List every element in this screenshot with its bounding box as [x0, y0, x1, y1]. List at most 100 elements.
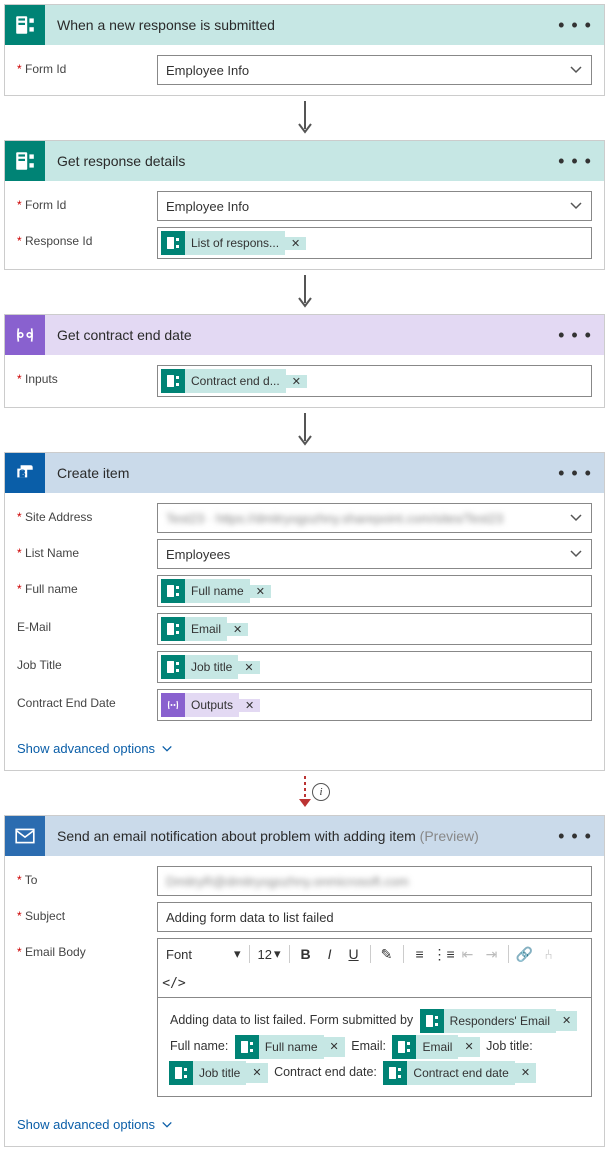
info-icon[interactable]: i: [312, 783, 330, 801]
list-name-label: List Name: [17, 539, 157, 560]
remove-token[interactable]: ✕: [556, 1011, 577, 1032]
remove-token[interactable]: ✕: [286, 375, 307, 388]
dynamic-token[interactable]: Full name✕: [235, 1035, 345, 1059]
remove-token[interactable]: ✕: [324, 1037, 345, 1058]
card-header[interactable]: Send an email notification about problem…: [5, 816, 604, 856]
card-menu-button[interactable]: • • •: [558, 15, 592, 36]
card-title: When a new response is submitted: [45, 17, 558, 33]
code-icon: [5, 315, 45, 355]
dynamic-token[interactable]: Contract end date✕: [383, 1061, 536, 1085]
font-select[interactable]: Font ▾: [164, 943, 243, 965]
remove-token[interactable]: ✕: [458, 1037, 479, 1058]
dynamic-token[interactable]: Email✕: [161, 617, 248, 641]
remove-token[interactable]: ✕: [515, 1063, 536, 1084]
mail-icon: [5, 816, 45, 856]
card-header[interactable]: When a new response is submitted • • •: [5, 5, 604, 45]
color-button[interactable]: ✎: [377, 944, 397, 964]
outdent-button[interactable]: ⇤: [458, 944, 478, 964]
remove-token[interactable]: ✕: [227, 623, 248, 636]
unlink-button[interactable]: ⑃: [539, 944, 559, 964]
sharepoint-icon: [5, 453, 45, 493]
bold-button[interactable]: B: [296, 944, 316, 964]
dynamic-token[interactable]: Job title✕: [161, 655, 260, 679]
inputs-label: Inputs: [17, 365, 157, 386]
forms-icon: [161, 579, 185, 603]
full-name-input[interactable]: Full name✕: [157, 575, 592, 607]
italic-button[interactable]: I: [320, 944, 340, 964]
job-title-label: Job Title: [17, 651, 157, 672]
subject-input[interactable]: Adding form data to list failed: [157, 902, 592, 932]
remove-token[interactable]: ✕: [285, 237, 306, 250]
connector-arrow: [4, 270, 605, 314]
list-name-select[interactable]: Employees: [157, 539, 592, 569]
response-id-label: Response Id: [17, 227, 157, 248]
trigger-card: When a new response is submitted • • • F…: [4, 4, 605, 96]
remove-token[interactable]: ✕: [239, 699, 260, 712]
dynamic-token[interactable]: Contract end d... ✕: [161, 369, 307, 393]
size-select[interactable]: 12 ▾: [256, 943, 283, 965]
inputs-field[interactable]: Contract end d... ✕: [157, 365, 592, 397]
forms-icon: [420, 1009, 444, 1033]
dynamic-token[interactable]: Job title✕: [169, 1061, 268, 1085]
to-input[interactable]: DmitryR@dmitryogozhny.onmicrosoft.com: [157, 866, 592, 896]
card-menu-button[interactable]: • • •: [558, 325, 592, 346]
card-title: Send an email notification about problem…: [45, 828, 558, 844]
email-body-editor[interactable]: Adding data to list failed. Form submitt…: [157, 997, 592, 1097]
connector-arrow: [4, 408, 605, 452]
code-icon: [161, 693, 185, 717]
forms-icon: [5, 5, 45, 45]
card-title: Create item: [45, 465, 558, 481]
number-list-button[interactable]: ⋮≡: [434, 944, 454, 964]
remove-token[interactable]: ✕: [246, 1063, 267, 1084]
forms-icon: [161, 369, 185, 393]
chevron-down-icon: [569, 199, 583, 213]
remove-token[interactable]: ✕: [238, 661, 259, 674]
card-title: Get contract end date: [45, 327, 558, 343]
full-name-label: Full name: [17, 575, 157, 596]
subject-label: Subject: [17, 902, 157, 923]
to-label: To: [17, 866, 157, 887]
response-id-input[interactable]: List of respons... ✕: [157, 227, 592, 259]
forms-icon: [161, 231, 185, 255]
chevron-down-icon: [569, 63, 583, 77]
card-menu-button[interactable]: • • •: [558, 151, 592, 172]
job-title-input[interactable]: Job title✕: [157, 651, 592, 683]
show-advanced-options[interactable]: Show advanced options: [5, 731, 604, 770]
dynamic-token[interactable]: Responders' Email✕: [420, 1009, 578, 1033]
underline-button[interactable]: U: [344, 944, 364, 964]
show-advanced-options[interactable]: Show advanced options: [5, 1107, 604, 1146]
site-address-select[interactable]: Test23 · https://dmitryogozhny.sharepoin…: [157, 503, 592, 533]
forms-icon: [392, 1035, 416, 1059]
dynamic-token[interactable]: List of respons... ✕: [161, 231, 306, 255]
rte-toolbar: Font ▾ 12 ▾ B I U ✎ ≡ ⋮≡ ⇤ ⇥ 🔗 ⑃: [157, 938, 592, 997]
form-id-select[interactable]: Employee Info: [157, 55, 592, 85]
body-label: Email Body: [17, 938, 157, 959]
email-input[interactable]: Email✕: [157, 613, 592, 645]
form-id-select[interactable]: Employee Info: [157, 191, 592, 221]
card-title: Get response details: [45, 153, 558, 169]
link-button[interactable]: 🔗: [515, 944, 535, 964]
forms-icon: [383, 1061, 407, 1085]
card-header[interactable]: Create item • • •: [5, 453, 604, 493]
card-menu-button[interactable]: • • •: [558, 826, 592, 847]
dynamic-token[interactable]: Full name✕: [161, 579, 271, 603]
contract-end-input[interactable]: Outputs✕: [157, 689, 592, 721]
card-menu-button[interactable]: • • •: [558, 463, 592, 484]
dynamic-token[interactable]: Outputs✕: [161, 693, 260, 717]
remove-token[interactable]: ✕: [250, 585, 271, 598]
email-label: E-Mail: [17, 613, 157, 634]
card-header[interactable]: Get response details • • •: [5, 141, 604, 181]
dynamic-token[interactable]: Email✕: [392, 1035, 479, 1059]
connector-arrow: [4, 96, 605, 140]
connector-arrow-error: i: [4, 771, 605, 815]
forms-icon: [235, 1035, 259, 1059]
site-address-label: Site Address: [17, 503, 157, 524]
bullet-list-button[interactable]: ≡: [410, 944, 430, 964]
html-view-button[interactable]: </>: [164, 973, 184, 993]
card-header[interactable]: Get contract end date • • •: [5, 315, 604, 355]
forms-icon: [5, 141, 45, 181]
indent-button[interactable]: ⇥: [482, 944, 502, 964]
forms-icon: [161, 617, 185, 641]
chevron-down-icon: [569, 547, 583, 561]
get-response-card: Get response details • • • Form Id Emplo…: [4, 140, 605, 270]
